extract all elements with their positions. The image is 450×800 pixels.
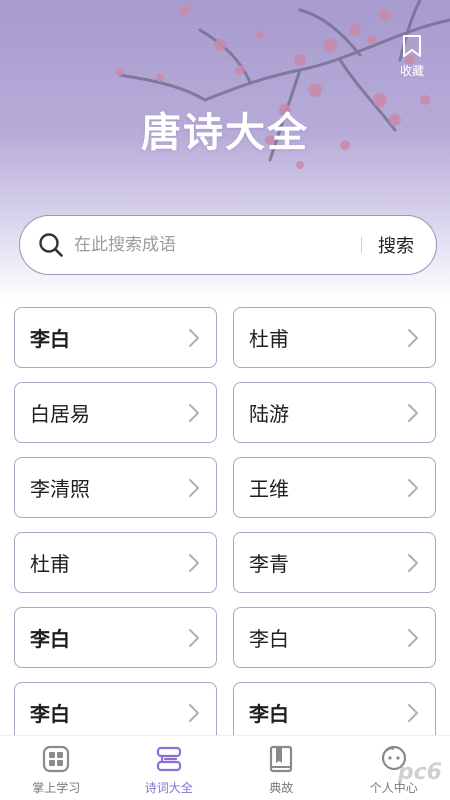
tab-study[interactable]: 掌上学习 <box>0 736 113 800</box>
poet-card[interactable]: 李白 <box>14 607 217 668</box>
chevron-right-icon <box>189 628 199 647</box>
tab-label: 典故 <box>269 781 294 795</box>
poet-name: 李青 <box>249 552 289 576</box>
poet-name: 李白 <box>249 627 289 651</box>
chevron-right-icon <box>408 403 418 422</box>
poet-name: 李白 <box>30 627 70 651</box>
poet-name: 陆游 <box>249 402 289 426</box>
poet-name: 杜甫 <box>30 552 70 576</box>
search-button[interactable]: 搜索 <box>378 232 414 258</box>
poet-name: 白居易 <box>30 402 90 426</box>
poet-card[interactable]: 李青 <box>233 532 436 593</box>
poet-name: 李白 <box>249 702 289 726</box>
poet-name: 杜甫 <box>249 327 289 351</box>
tab-poems[interactable]: 诗词大全 <box>113 736 226 800</box>
favorites-label: 收藏 <box>399 64 424 78</box>
tab-label: 诗词大全 <box>144 781 193 795</box>
poet-card[interactable]: 李白 <box>14 307 217 368</box>
poet-card[interactable]: 李白 <box>14 682 217 743</box>
chevron-right-icon <box>189 328 199 347</box>
poet-name: 王维 <box>249 477 289 501</box>
search-input[interactable] <box>74 235 361 255</box>
chevron-right-icon <box>408 703 418 722</box>
search-icon <box>39 233 63 257</box>
chevron-right-icon <box>189 478 199 497</box>
poet-card[interactable]: 白居易 <box>14 382 217 443</box>
grid-icon <box>43 745 70 773</box>
chevron-right-icon <box>408 478 418 497</box>
chevron-right-icon <box>189 553 199 572</box>
watermark-logo: pc6 <box>397 760 442 785</box>
poet-card[interactable]: 李清照 <box>14 457 217 518</box>
chevron-right-icon <box>189 403 199 422</box>
chevron-right-icon <box>189 703 199 722</box>
page-title: 唐诗大全 <box>141 110 309 156</box>
search-divider <box>361 237 362 253</box>
chevron-right-icon <box>408 328 418 347</box>
bookmark-icon <box>403 35 421 57</box>
book-icon <box>270 745 293 773</box>
tab-label: 掌上学习 <box>32 781 81 795</box>
poet-name: 李清照 <box>30 477 90 501</box>
poet-card[interactable]: 杜甫 <box>233 307 436 368</box>
search-bar: 搜索 <box>19 215 437 275</box>
tab-allusions[interactable]: 典故 <box>225 736 338 800</box>
poet-name: 李白 <box>30 702 70 726</box>
poet-card[interactable]: 陆游 <box>233 382 436 443</box>
poet-card[interactable]: 李白 <box>233 682 436 743</box>
chevron-right-icon <box>408 628 418 647</box>
book-stack-icon <box>156 746 181 772</box>
chevron-right-icon <box>408 553 418 572</box>
poet-grid: 李白 杜甫 白居易 陆游 李清照 王维 杜甫 李青 李白 李白 李白 李白 <box>14 307 436 743</box>
poet-card[interactable]: 李白 <box>233 607 436 668</box>
poet-name: 李白 <box>30 327 70 351</box>
bottom-tab-bar: 掌上学习 诗词大全 典故 个人中心 <box>0 735 450 800</box>
poet-card[interactable]: 杜甫 <box>14 532 217 593</box>
poet-card[interactable]: 王维 <box>233 457 436 518</box>
favorites-button[interactable]: 收藏 <box>392 34 432 79</box>
